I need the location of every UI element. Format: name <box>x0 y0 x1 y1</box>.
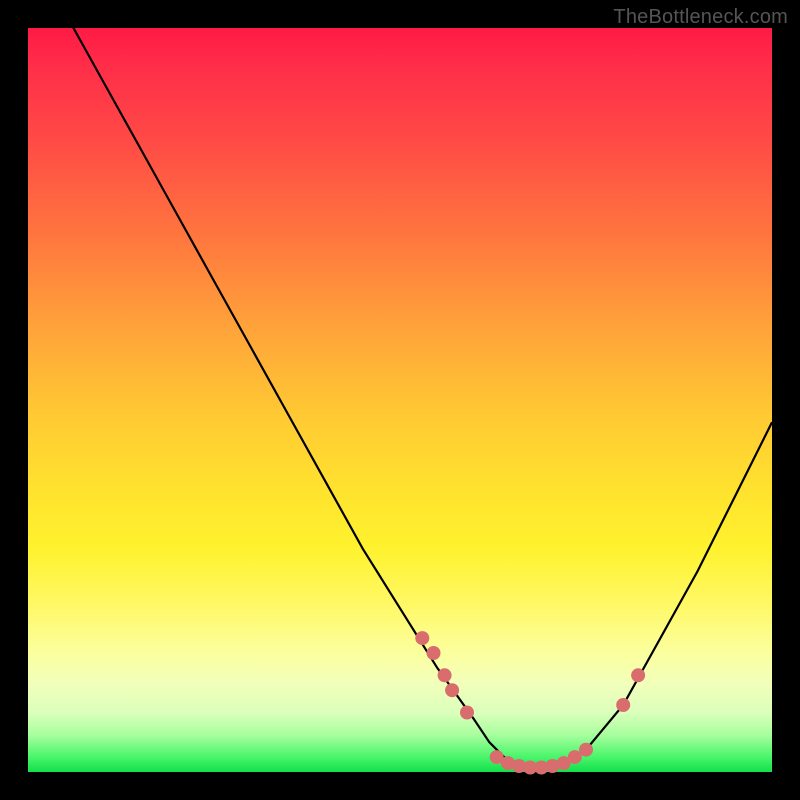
marker-dot <box>445 683 459 697</box>
marker-group <box>415 631 645 774</box>
plot-area <box>28 28 772 772</box>
marker-dot <box>427 646 441 660</box>
curve-line <box>28 0 772 768</box>
marker-dot <box>460 706 474 720</box>
marker-dot <box>631 668 645 682</box>
watermark-text: TheBottleneck.com <box>613 6 788 29</box>
marker-dot <box>438 668 452 682</box>
chart-frame: TheBottleneck.com <box>0 0 800 800</box>
marker-dot <box>616 698 630 712</box>
chart-svg <box>28 28 772 772</box>
marker-dot <box>415 631 429 645</box>
marker-dot <box>579 743 593 757</box>
